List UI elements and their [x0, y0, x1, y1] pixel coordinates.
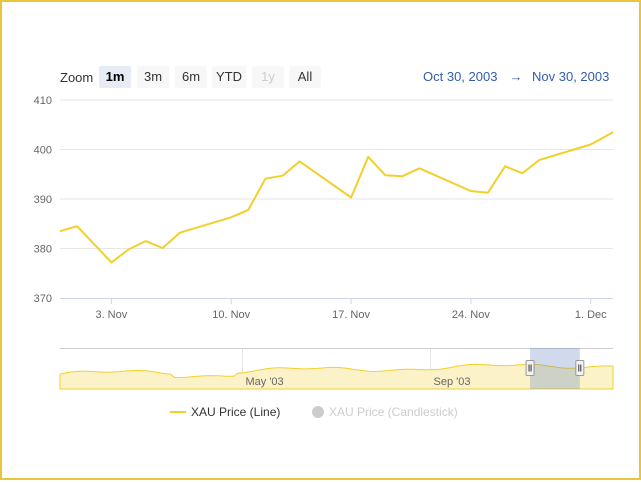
x-axis-ticks: 3. Nov 10. Nov 17. Nov 24. Nov 1. Dec — [95, 298, 607, 321]
date-to-input[interactable]: Nov 30, 2003 — [532, 69, 609, 84]
range-button-ytd[interactable]: YTD — [212, 66, 246, 88]
y-axis-ticks: 370 380 390 400 410 — [34, 95, 52, 305]
navigator-label-may: May '03 — [245, 376, 283, 388]
range-button-1y: 1y — [252, 66, 284, 88]
x-tick-label-1: 10. Nov — [212, 309, 250, 321]
range-button-3m-label: 3m — [144, 69, 162, 84]
x-tick-label-2: 17. Nov — [332, 309, 370, 321]
range-button-all-label: All — [298, 69, 313, 84]
legend-item-line[interactable]: XAU Price (Line) — [170, 405, 280, 419]
x-tick-label-4: 1. Dec — [575, 309, 607, 321]
navigator-selected-window[interactable] — [530, 348, 580, 389]
range-button-1m[interactable]: 1m — [99, 66, 131, 88]
range-button-1y-label: 1y — [261, 69, 275, 84]
legend-item-candlestick[interactable]: XAU Price (Candlestick) — [312, 405, 458, 419]
y-tick-label-410: 410 — [34, 95, 52, 107]
navigator: May '03 Sep '03 — [59, 348, 614, 390]
navigator-label-sep: Sep '03 — [434, 376, 471, 388]
navigator-handle-right[interactable] — [575, 360, 585, 376]
chart-frame: Zoom 1m 3m 6m YTD 1y All Oct 30, 2003 → … — [0, 0, 641, 480]
date-range-arrow: → — [510, 69, 523, 84]
handle-grip — [525, 360, 535, 376]
legend-item-line-label: XAU Price (Line) — [191, 405, 280, 419]
x-tick-label-3: 24. Nov — [452, 309, 490, 321]
range-button-1m-label: 1m — [106, 69, 125, 84]
range-button-ytd-label: YTD — [216, 69, 242, 84]
grid-lines — [60, 99, 613, 249]
y-tick-label-390: 390 — [34, 194, 52, 206]
legend-candlestick-symbol — [312, 406, 324, 418]
handle-grip — [575, 360, 585, 376]
y-tick-label-400: 400 — [34, 145, 52, 157]
x-tick-label-0: 3. Nov — [95, 309, 127, 321]
legend: XAU Price (Line) XAU Price (Candlestick) — [170, 405, 458, 419]
date-from-input[interactable]: Oct 30, 2003 — [423, 69, 497, 84]
y-tick-label-380: 380 — [34, 244, 52, 256]
navigator-handle-left[interactable] — [525, 360, 535, 376]
range-selector: Zoom 1m 3m 6m YTD 1y All Oct 30, 2003 → … — [60, 66, 609, 88]
stock-chart: Zoom 1m 3m 6m YTD 1y All Oct 30, 2003 → … — [34, 66, 614, 419]
range-button-6m-label: 6m — [182, 69, 200, 84]
zoom-label: Zoom — [60, 70, 93, 85]
range-button-6m[interactable]: 6m — [175, 66, 207, 88]
plot-area: 370 380 390 400 410 3. Nov 10. Nov 17. Nov 24. … — [34, 95, 614, 321]
y-tick-label-370: 370 — [34, 293, 52, 305]
legend-item-candlestick-label: XAU Price (Candlestick) — [329, 405, 458, 419]
series-line-xau-price[interactable] — [59, 131, 614, 264]
range-button-all[interactable]: All — [289, 66, 321, 88]
range-button-3m[interactable]: 3m — [137, 66, 169, 88]
